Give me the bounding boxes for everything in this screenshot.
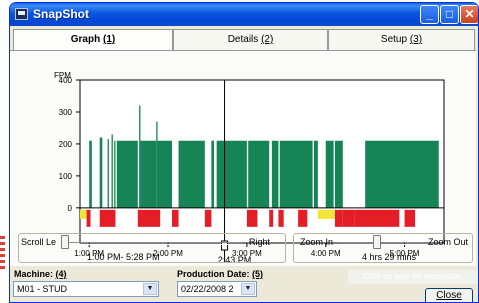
production-date-label-text: Production Date:	[177, 269, 250, 279]
downtime-bar[interactable]	[171, 209, 179, 227]
speed-bar[interactable]	[140, 140, 157, 208]
speed-bar[interactable]	[271, 140, 279, 208]
tab-setup-label: Setup	[380, 34, 408, 45]
snapshot-window: SnapShot _ □ ✕ Graph (1) Details (2) Set…	[9, 2, 479, 303]
tab-graph[interactable]: Graph (1)	[13, 29, 173, 52]
scroll-thumb[interactable]	[60, 235, 69, 249]
downtime-bar[interactable]	[204, 209, 212, 227]
speed-bar[interactable]	[116, 140, 138, 208]
speed-bar[interactable]	[107, 139, 109, 208]
downtime-bar[interactable]	[342, 209, 355, 227]
scroll-range-text: 1:00 PM- 5:28 PM	[87, 252, 160, 262]
zoom-group: Zoom In Zoom Out 4 hrs 29 mins	[293, 233, 473, 263]
speed-bar[interactable]	[111, 134, 113, 208]
zoom-track[interactable]	[339, 242, 424, 245]
downtime-bar[interactable]	[246, 209, 258, 227]
speed-bar[interactable]	[325, 140, 334, 208]
downtime-bar[interactable]	[334, 209, 343, 227]
downtime-bar[interactable]	[278, 209, 284, 227]
tab-graph-label: Graph	[70, 34, 101, 45]
speed-bar[interactable]	[313, 140, 318, 208]
y-tick-label: 100	[59, 172, 73, 181]
scroll-group: Scroll Le Right 1:00 PM- 5:28 PM	[18, 233, 286, 263]
close-icon: ✕	[464, 7, 475, 21]
scroll-right-label: Right	[249, 237, 271, 247]
chevron-down-icon[interactable]: ▼	[143, 283, 157, 295]
window-title: SnapShot	[33, 7, 89, 21]
speed-bar[interactable]	[248, 140, 270, 208]
zoom-value-text: 4 hrs 29 mins	[362, 252, 417, 262]
machine-select[interactable]: M01 - STUD ▼	[13, 281, 159, 297]
speed-bar[interactable]	[216, 140, 247, 208]
y-tick-label: 300	[59, 108, 73, 117]
production-date-key: (5)	[252, 269, 264, 279]
tab-setup[interactable]: Setup (3)	[328, 29, 475, 51]
bottom-bar: Machine: (4) M01 - STUD ▼ Production Dat…	[10, 266, 478, 302]
production-date-select[interactable]: 02/22/2008 2 ▼	[177, 281, 257, 297]
minimize-button[interactable]: _	[420, 5, 439, 24]
speed-bar[interactable]	[211, 140, 215, 208]
scroll-left-label: Scroll Le	[21, 237, 57, 247]
bar-description-hint: Click on bars for description	[348, 270, 478, 284]
downtime-bar[interactable]	[137, 209, 161, 227]
minimize-icon: _	[426, 7, 433, 21]
speed-bar[interactable]	[139, 105, 141, 208]
machine-label-text: Machine:	[14, 269, 54, 279]
speed-bar[interactable]	[334, 140, 343, 208]
downtime-bar[interactable]	[269, 209, 274, 227]
machine-key: (4)	[55, 269, 67, 279]
close-window-button[interactable]: ✕	[460, 5, 478, 24]
downtime-bar[interactable]	[86, 209, 91, 227]
tab-graph-key: (1)	[103, 34, 116, 45]
downtime-bar[interactable]	[317, 209, 335, 219]
close-button[interactable]: Close	[425, 288, 473, 302]
close-button-label: Close	[436, 290, 462, 301]
title-bar[interactable]: SnapShot _ □ ✕	[10, 3, 478, 26]
downtime-bar[interactable]	[99, 209, 116, 227]
speed-bar[interactable]	[114, 140, 116, 208]
speed-bar[interactable]	[157, 140, 172, 208]
chevron-down-icon[interactable]: ▼	[241, 283, 255, 295]
downtime-bar[interactable]	[404, 209, 416, 227]
downtime-bar[interactable]	[80, 209, 87, 219]
speed-bar[interactable]	[156, 121, 158, 208]
tab-details-label: Details	[227, 34, 259, 45]
app-icon	[15, 8, 28, 20]
machine-label: Machine: (4)	[14, 269, 67, 279]
zoom-thumb[interactable]	[373, 235, 382, 249]
speed-bar[interactable]	[279, 140, 313, 208]
zoom-out-label: Zoom Out	[428, 237, 469, 247]
zoom-in-label: Zoom In	[300, 237, 334, 247]
speed-bar[interactable]	[365, 140, 439, 208]
y-tick-label: 0	[68, 204, 73, 213]
scroll-track[interactable]	[61, 242, 241, 245]
downtime-bar[interactable]	[354, 209, 400, 227]
y-tick-label: 200	[59, 140, 73, 149]
speed-bar[interactable]	[89, 140, 92, 208]
production-date-value: 02/22/2008 2	[181, 284, 234, 294]
speed-bar[interactable]	[99, 137, 103, 208]
maximize-icon: □	[445, 7, 454, 21]
tab-details-key: (2)	[261, 34, 274, 45]
production-date-label: Production Date: (5)	[177, 269, 263, 279]
downtime-bar[interactable]	[298, 209, 308, 227]
maximize-button[interactable]: □	[440, 5, 459, 24]
tab-details[interactable]: Details (2)	[173, 29, 328, 51]
graph-panel: FPM 0 100 200 300 400 1:00 PM 2:00 PM 3:00 PM 4…	[10, 50, 476, 266]
speed-bar[interactable]	[178, 140, 205, 208]
y-tick-label: 400	[59, 76, 73, 85]
tab-setup-key: (3)	[409, 34, 423, 45]
machine-value: M01 - STUD	[17, 284, 68, 294]
